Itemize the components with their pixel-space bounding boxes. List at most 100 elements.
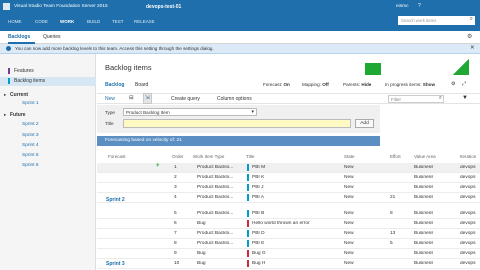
settings-icon[interactable]: ⚙ [451, 81, 455, 87]
sidebar-item-sprint-2[interactable]: Sprint 2 [22, 122, 39, 127]
col-forecast[interactable]: Forecast [108, 154, 126, 159]
forecast-option[interactable]: Forecast: On [263, 82, 290, 87]
sidebar-backlog-items-selected[interactable]: Backlog items [0, 77, 96, 86]
col-effort[interactable]: Effort [390, 154, 401, 159]
cell-title[interactable]: Bug G [252, 251, 340, 256]
col-type[interactable]: Work Item Type [193, 154, 224, 159]
forecast-label: Forecast: [263, 82, 283, 87]
velocity-chart-icon[interactable] [365, 63, 381, 75]
cell-title[interactable]: PBI B [252, 211, 340, 216]
col-title[interactable]: Title [246, 154, 254, 159]
collapse-all-icon[interactable]: ⊟ [129, 95, 134, 101]
notice-bar: You can now add more backlog levels to t… [0, 44, 480, 54]
sidebar-future-header[interactable]: Future [10, 112, 26, 118]
nav-build[interactable]: BUILD [87, 19, 100, 24]
cell-area: Business [414, 211, 434, 216]
table-row[interactable]: 10 Bug Bug H New Business devops [97, 259, 480, 269]
tab-queries[interactable]: Queries [43, 34, 61, 40]
search-placeholder: Search work items [401, 18, 437, 23]
col-state[interactable]: State [344, 154, 355, 159]
mapping-value: Off [322, 82, 329, 87]
add-button-label: Add [360, 121, 369, 126]
inprogress-option[interactable]: In progress items: Show [385, 82, 435, 87]
project-name[interactable]: devops-test-01 [146, 4, 181, 10]
cell-title[interactable]: PBI M [252, 165, 340, 170]
search-icon[interactable]: ⌕ [470, 16, 473, 23]
col-order[interactable]: Order [172, 154, 184, 159]
nav-release[interactable]: RELEASE [134, 19, 155, 24]
cell-effort: 8 [390, 211, 393, 216]
expand-all-icon[interactable]: ⇲ [143, 93, 152, 104]
user-name[interactable]: eismc [396, 4, 409, 9]
tab-backlogs[interactable]: Backlogs [8, 34, 30, 40]
sidebar-item-sprint-3[interactable]: Sprint 3 [22, 133, 39, 138]
fullscreen-icon[interactable]: ⤢ [462, 81, 466, 87]
cell-title[interactable]: Bug H [252, 261, 340, 266]
parents-option[interactable]: Parents: Hide [343, 82, 371, 87]
burndown-chart-icon[interactable] [453, 59, 469, 75]
table-row[interactable]: 9 Bug Bug G New Business devops [97, 249, 480, 259]
cell-title[interactable]: PBI J [252, 185, 340, 190]
table-row[interactable]: 5 Product Backlo... PBI B New 8 Business devop… [97, 209, 480, 219]
add-child-icon[interactable]: + [156, 163, 160, 169]
nav-work[interactable]: WORK [60, 19, 74, 24]
settings-gear-icon[interactable]: ⚙ [467, 33, 472, 40]
mapping-option[interactable]: Mapping: Off [302, 82, 329, 87]
title-input[interactable] [123, 119, 351, 128]
cell-area: Business [414, 221, 434, 226]
tfs-logo-icon[interactable] [3, 3, 10, 10]
filter-funnel-icon[interactable]: ▼ [462, 95, 468, 101]
nav-code[interactable]: CODE [35, 19, 48, 24]
sidebar-item-sprint-6[interactable]: Sprint 6 [22, 163, 39, 168]
cell-order: 1 [174, 165, 177, 170]
tab-board[interactable]: Board [135, 82, 148, 88]
table-row[interactable]: 8 Product Backlo... PBI E New 5 Business devop… [97, 239, 480, 249]
table-row[interactable]: 6 Bug Hello world thrown an error New Busine… [97, 219, 480, 229]
help-icon[interactable]: ? [418, 3, 421, 9]
cell-title[interactable]: Hello world thrown an error [252, 221, 340, 226]
work-item-color-bar [247, 250, 249, 257]
cell-iter: devops [460, 195, 476, 200]
sidebar-features[interactable]: Features [14, 68, 34, 74]
search-input[interactable]: Search work items ⌕ [398, 16, 475, 25]
sidebar-current-header[interactable]: Current [10, 92, 28, 98]
col-iteration[interactable]: Iteration [460, 154, 476, 159]
sidebar-item-sprint-1[interactable]: Sprint 1 [22, 101, 39, 106]
column-options-button[interactable]: Column options [217, 96, 252, 102]
cell-type: Product Backlo... [197, 195, 234, 200]
cell-order: 7 [174, 231, 177, 236]
close-icon[interactable]: ✕ [470, 45, 475, 51]
expand-arrow-icon: ⇲ [145, 95, 150, 101]
table-row[interactable]: 3 Product Backlo... PBI J New Business devops [97, 183, 480, 193]
col-value-area[interactable]: Value Area [414, 154, 436, 159]
nav-home[interactable]: HOME [8, 19, 22, 24]
cell-type: Product Backlo... [197, 165, 234, 170]
create-query-button[interactable]: Create query [171, 96, 200, 102]
filter-input[interactable]: Filter ⌕ [388, 95, 444, 103]
collapse-future-icon[interactable]: ▸ [4, 112, 6, 118]
cell-state: New [344, 185, 354, 190]
forecast-sprint-2[interactable]: Sprint 2 [106, 197, 125, 203]
cell-area: Business [414, 241, 434, 246]
cell-state: New [344, 175, 354, 180]
add-button[interactable]: Add [355, 119, 374, 128]
cell-title[interactable]: PBI E [252, 241, 340, 246]
table-row[interactable]: 7 Product Backlo... PBI D New 13 Business devo… [97, 229, 480, 239]
type-select[interactable]: Product Backlog Item ▾ [123, 108, 257, 116]
nav-test[interactable]: TEST [112, 19, 124, 24]
cell-title[interactable]: PBI A [252, 195, 340, 200]
forecast-banner-text: Forecasting based on velocity of: 21 [105, 138, 182, 143]
sidebar-item-sprint-5[interactable]: Sprint 5 [22, 153, 39, 158]
cell-iter: devops [460, 241, 476, 246]
cell-state: New [344, 195, 354, 200]
forecast-sprint-3[interactable]: Sprint 3 [106, 261, 125, 267]
table-row[interactable]: 2 Product Backlo... PBI K New Business devops [97, 173, 480, 183]
cell-title[interactable]: PBI K [252, 175, 340, 180]
collapse-current-icon[interactable]: ▸ [4, 92, 6, 98]
table-row[interactable]: 4 Product Backlo... PBI A New 21 Business devo… [97, 193, 480, 203]
new-button[interactable]: New [105, 96, 115, 102]
tab-backlog[interactable]: Backlog [105, 82, 124, 88]
table-row[interactable]: 1 Product Backlo... PBI M New Business devops [97, 163, 480, 173]
sidebar-item-sprint-4[interactable]: Sprint 4 [22, 143, 39, 148]
cell-title[interactable]: PBI D [252, 231, 340, 236]
